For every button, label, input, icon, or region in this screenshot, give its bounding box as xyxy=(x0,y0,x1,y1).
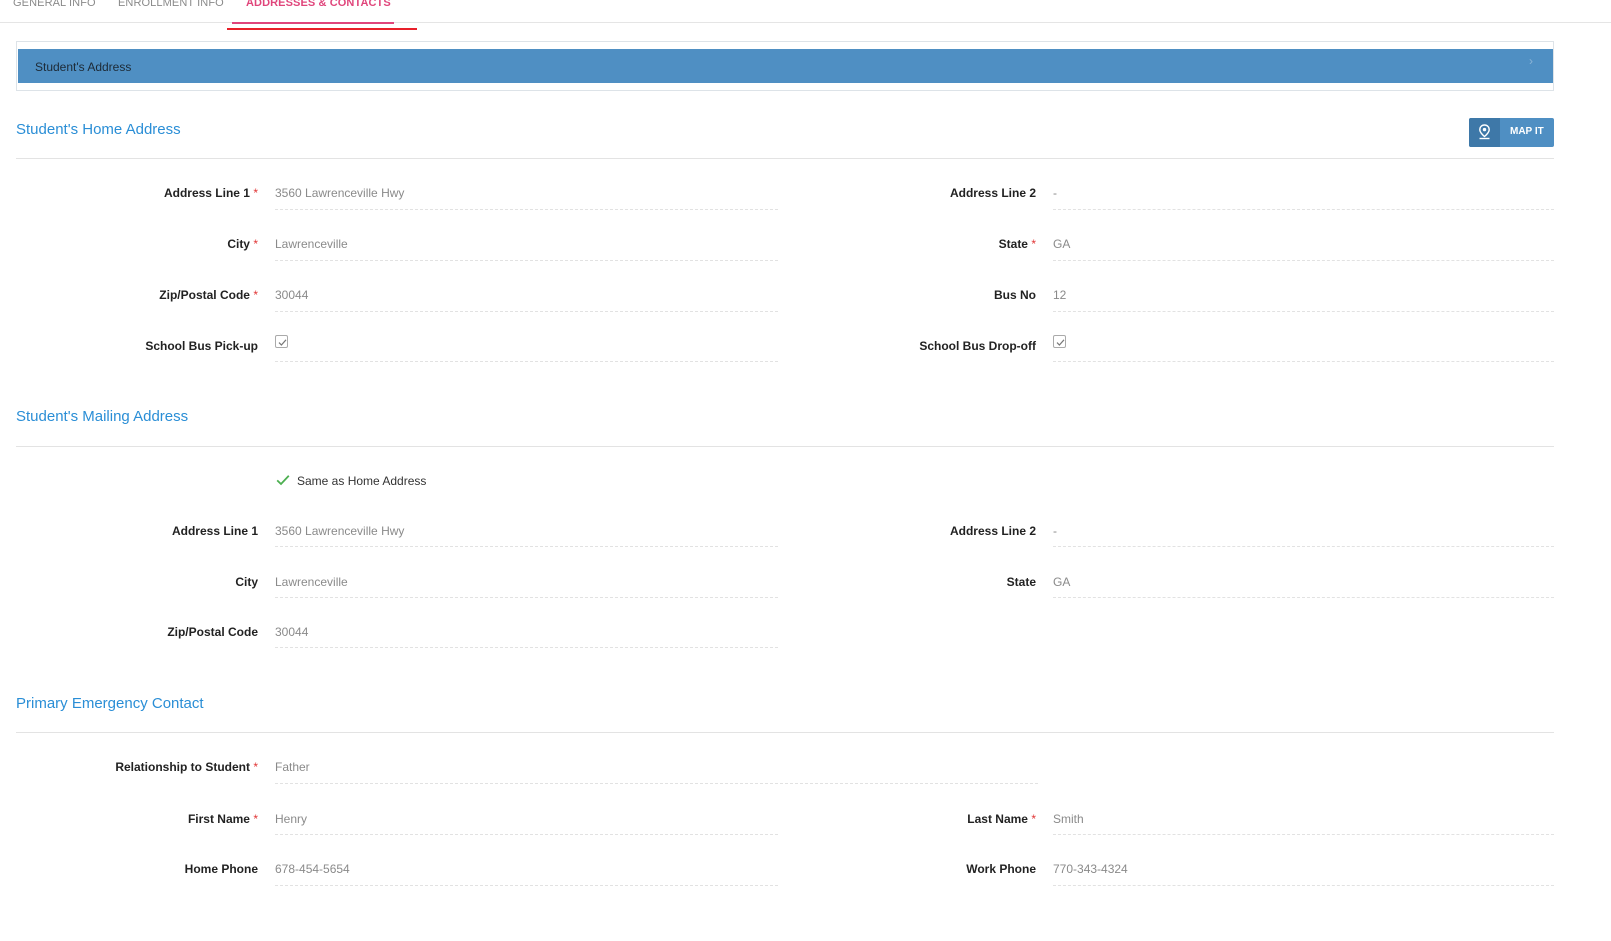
home-phone-label: Home Phone xyxy=(184,862,258,876)
zip-value[interactable]: 30044 xyxy=(275,288,308,302)
zip-label: Zip/Postal Code * xyxy=(159,288,258,302)
first-name-value[interactable]: Henry xyxy=(275,812,307,826)
bus-no-label: Bus No xyxy=(994,288,1036,302)
panel-header[interactable]: Student's Address › xyxy=(18,49,1553,83)
mailing-address-title: Student's Mailing Address xyxy=(16,408,189,425)
mailing-state-value[interactable]: GA xyxy=(1053,575,1070,589)
section-divider xyxy=(16,158,1554,159)
address-line-1-label: Address Line 1 * xyxy=(163,186,258,200)
last-name-value[interactable]: Smith xyxy=(1053,812,1084,826)
relationship-value[interactable]: Father xyxy=(275,760,310,774)
city-value[interactable]: Lawrenceville xyxy=(275,237,348,251)
chevron-right-icon[interactable]: › xyxy=(1529,54,1533,68)
mailing-state-label: State xyxy=(1006,575,1036,589)
same-as-home-label[interactable]: Same as Home Address xyxy=(297,474,426,488)
address-line-1-value[interactable]: 3560 Lawrenceville Hwy xyxy=(275,186,404,200)
active-tab-highlight xyxy=(227,28,417,30)
active-tab-indicator xyxy=(232,22,394,24)
bus-dropoff-checkbox[interactable] xyxy=(1053,335,1066,348)
bus-no-value[interactable]: 12 xyxy=(1053,288,1066,302)
mailing-address-line-1-label: Address Line 1 xyxy=(171,524,258,538)
work-phone-label: Work Phone xyxy=(966,862,1036,876)
bus-dropoff-label: School Bus Drop-off xyxy=(919,339,1036,353)
mailing-address-line-2-value[interactable]: - xyxy=(1053,524,1057,538)
check-icon xyxy=(1056,339,1065,346)
section-divider xyxy=(16,732,1554,733)
mailing-address-line-1-value[interactable]: 3560 Lawrenceville Hwy xyxy=(275,524,404,538)
mailing-city-value[interactable]: Lawrenceville xyxy=(275,575,348,589)
address-line-2-label: Address Line 2 xyxy=(949,186,1036,200)
tab-bar: General Info Enrollment Info Addresses &… xyxy=(0,0,1611,24)
last-name-label: Last Name * xyxy=(967,812,1036,826)
work-phone-value[interactable]: 770-343-4324 xyxy=(1053,862,1128,876)
relationship-label: Relationship to Student * xyxy=(115,760,258,774)
map-it-button[interactable]: MAP IT xyxy=(1469,118,1554,147)
map-it-label: MAP IT xyxy=(1510,126,1544,137)
students-address-panel: Student's Address › xyxy=(16,41,1554,91)
mailing-zip-value[interactable]: 30044 xyxy=(275,625,308,639)
tab-addresses-contacts[interactable]: Addresses & Contacts xyxy=(246,0,391,9)
state-label: State * xyxy=(998,237,1036,251)
home-phone-value[interactable]: 678-454-5654 xyxy=(275,862,350,876)
mailing-address-line-2-label: Address Line 2 xyxy=(949,524,1036,538)
home-address-title: Student's Home Address xyxy=(16,121,181,138)
mailing-city-label: City xyxy=(235,575,258,589)
check-icon xyxy=(278,339,287,346)
bus-pickup-label: School Bus Pick-up xyxy=(145,339,258,353)
city-label: City * xyxy=(227,237,258,251)
map-pin-icon xyxy=(1479,124,1490,140)
bus-pickup-checkbox[interactable] xyxy=(275,335,288,348)
tab-general-info[interactable]: General Info xyxy=(13,0,96,9)
panel-title: Student's Address xyxy=(35,60,132,74)
address-line-2-value[interactable]: - xyxy=(1053,186,1057,200)
section-divider xyxy=(16,446,1554,447)
tab-enrollment-info[interactable]: Enrollment Info xyxy=(118,0,224,9)
same-as-home-checkmark-icon[interactable] xyxy=(276,474,290,486)
first-name-label: First Name * xyxy=(187,812,258,826)
state-value[interactable]: GA xyxy=(1053,237,1070,251)
emergency-contact-title: Primary Emergency Contact xyxy=(16,695,204,712)
mailing-zip-label: Zip/Postal Code xyxy=(167,625,258,639)
